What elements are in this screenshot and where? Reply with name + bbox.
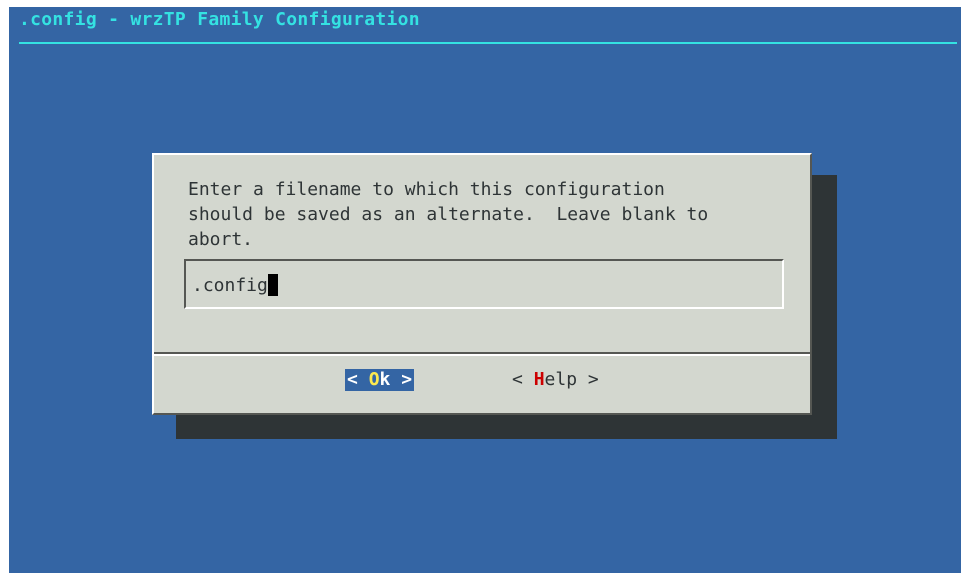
filename-input-text[interactable]: .config (192, 274, 278, 296)
ok-hotkey: O (368, 369, 380, 390)
dialog-prompt: Enter a filename to which this configura… (188, 177, 788, 252)
prompt-line: abort. (188, 229, 254, 250)
filename-input[interactable]: .config (184, 259, 784, 309)
help-bracket-left: < (512, 369, 534, 390)
backtitle: .config - wrzTP Family Configuration (19, 9, 420, 30)
ok-button[interactable]: < Ok > (345, 369, 415, 391)
backtitle-divider (19, 42, 957, 44)
help-hotkey: H (533, 369, 545, 390)
help-button[interactable]: < Help > (512, 369, 599, 391)
save-config-dialog: Enter a filename to which this configura… (152, 153, 812, 415)
ok-label-rest: k (379, 369, 391, 390)
filename-value[interactable]: .config (192, 275, 268, 296)
text-cursor (267, 274, 278, 296)
prompt-line: should be saved as an alternate. Leave b… (188, 204, 709, 225)
terminal-screen: .config - wrzTP Family Configuration Ent… (9, 7, 961, 573)
ok-bracket-right: > (390, 369, 413, 390)
help-bracket-right: > (577, 369, 599, 390)
button-divider (154, 352, 810, 356)
ok-bracket-left: < (347, 369, 369, 390)
help-label-rest: elp (544, 369, 578, 390)
prompt-line: Enter a filename to which this configura… (188, 179, 665, 200)
